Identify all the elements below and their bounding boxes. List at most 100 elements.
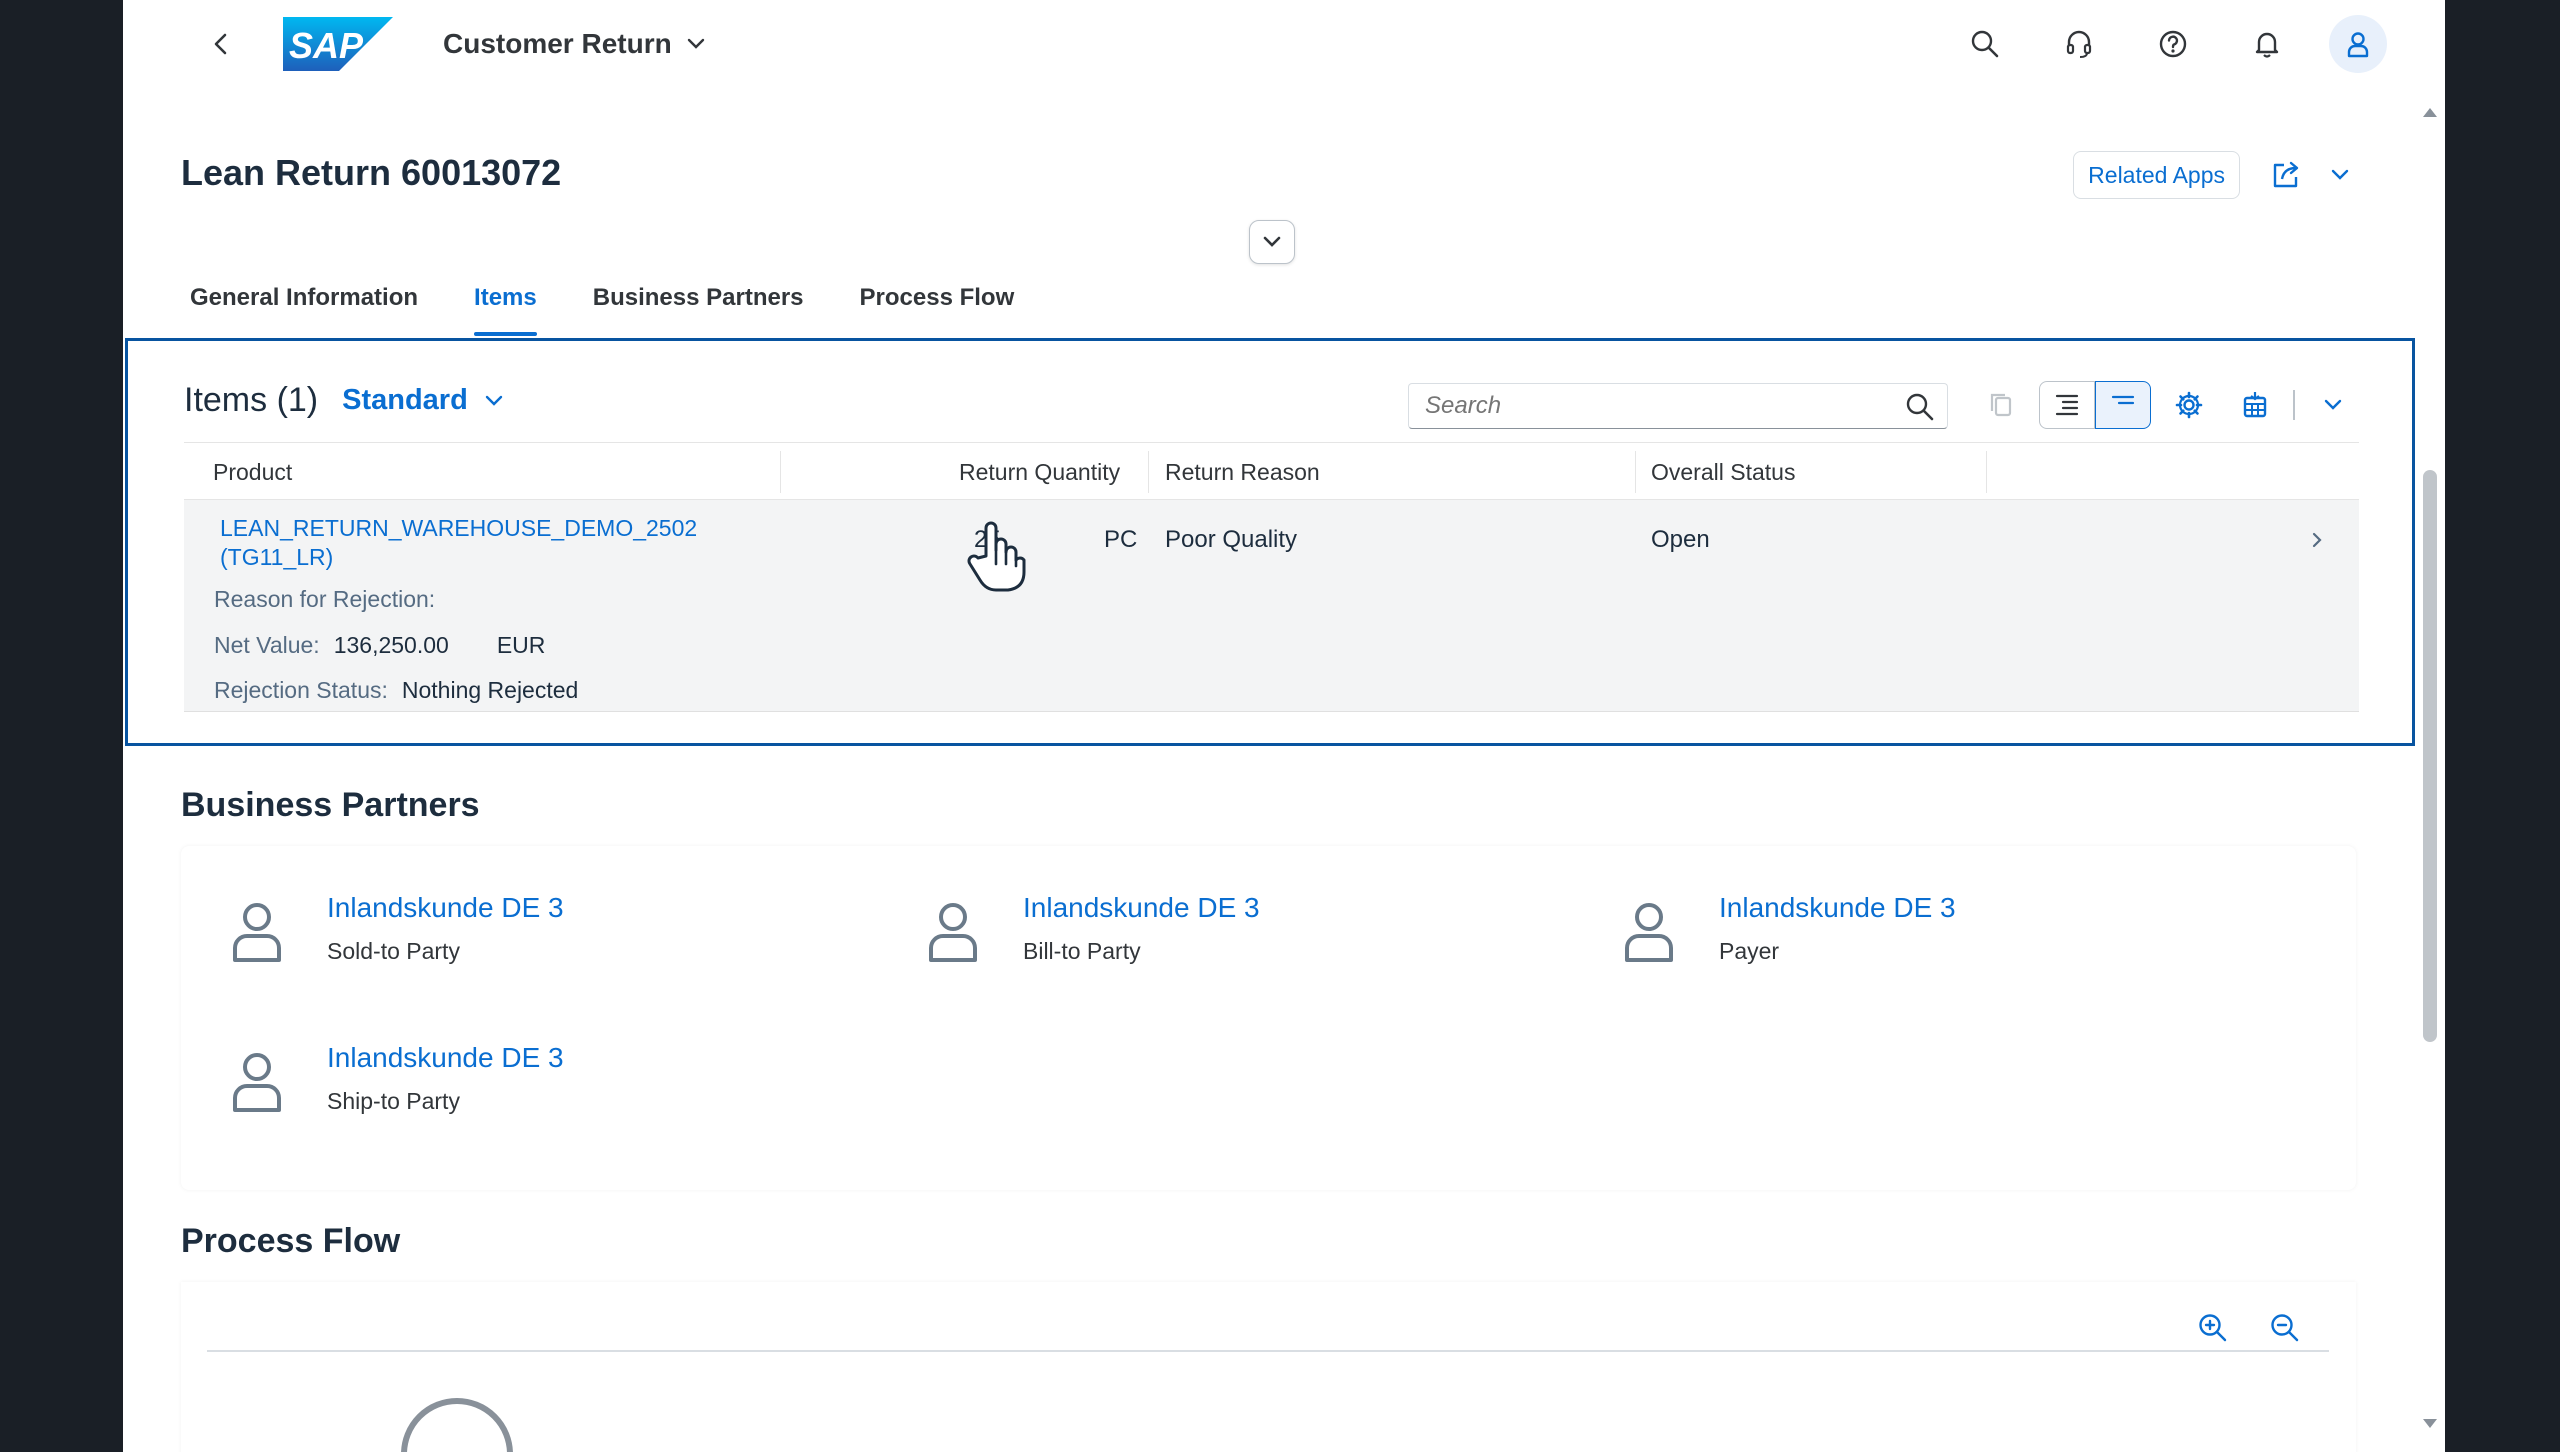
items-table: Product Return Quantity Return Reason Ov… — [184, 442, 2359, 712]
copy-button[interactable] — [1973, 381, 2029, 429]
partner-name-link[interactable]: Inlandskunde DE 3 — [327, 892, 564, 924]
process-flow-node[interactable] — [401, 1398, 513, 1452]
svg-text:SAP: SAP — [289, 25, 364, 66]
attribute-label: Reason for Rejection: — [214, 586, 436, 612]
search-button[interactable] — [1953, 14, 2017, 74]
partner-role: Sold-to Party — [327, 938, 460, 964]
rejection-status-attribute: Rejection Status: Nothing Rejected — [214, 677, 578, 704]
column-separator — [1635, 451, 1636, 493]
column-header-overall-status[interactable]: Overall Status — [1651, 443, 1795, 501]
headset-icon — [2066, 30, 2092, 58]
zoom-in-button[interactable] — [2193, 1308, 2233, 1348]
partner-ship-to: Inlandskunde DE 3 Ship-to Party — [229, 1042, 564, 1115]
table-settings-button[interactable] — [2161, 381, 2217, 429]
partner-bill-to: Inlandskunde DE 3 Bill-to Party — [925, 892, 1260, 965]
search-icon[interactable] — [1903, 390, 1937, 424]
column-header-product[interactable]: Product — [213, 443, 292, 501]
person-icon — [929, 903, 977, 962]
scrollbar-thumb[interactable] — [2423, 470, 2437, 1042]
table-row[interactable]: LEAN_RETURN_WAREHOUSE_DEMO_2502 (TG11_LR… — [184, 500, 2359, 712]
partner-name-link[interactable]: Inlandskunde DE 3 — [1719, 892, 1956, 924]
items-section: Items (1) Standard Search Product Return… — [125, 338, 2415, 746]
net-value: 136,250.00 — [333, 632, 449, 658]
chevron-left-icon — [214, 33, 227, 55]
items-search-input[interactable] — [1409, 384, 1879, 428]
tab-general-information[interactable]: General Information — [181, 278, 446, 336]
items-title: Items (1) — [184, 381, 319, 419]
column-header-return-reason[interactable]: Return Reason — [1165, 443, 1320, 501]
person-icon — [1625, 903, 1673, 962]
attribute-label: Net Value: — [214, 632, 320, 658]
shell-bar: SAP Customer Return — [123, 0, 2445, 88]
return-quantity-value: 25 — [974, 526, 1001, 553]
related-apps-button[interactable]: Related Apps — [2073, 151, 2240, 199]
attribute-label: Rejection Status: — [214, 677, 388, 703]
currency: EUR — [496, 632, 546, 658]
share-icon — [2273, 161, 2299, 188]
app-title: Customer Return — [443, 28, 672, 59]
chevron-down-icon — [2331, 169, 2349, 180]
partner-name-link[interactable]: Inlandskunde DE 3 — [327, 1042, 564, 1074]
column-separator — [780, 451, 781, 493]
user-avatar[interactable] — [2329, 15, 2387, 73]
partner-role: Payer — [1719, 938, 1780, 964]
notifications-button[interactable] — [2235, 14, 2299, 74]
bell-icon — [2255, 32, 2279, 58]
tab-process-flow[interactable]: Process Flow — [832, 278, 1043, 336]
support-button[interactable] — [2047, 14, 2111, 74]
partner-name-link[interactable]: Inlandskunde DE 3 — [1023, 892, 1260, 924]
person-icon — [233, 903, 281, 962]
items-toolbar-title: Items (1) Standard — [184, 381, 504, 420]
items-search-field — [1408, 383, 1948, 429]
table-header: Product Return Quantity Return Reason Ov… — [184, 442, 2359, 500]
person-icon — [2347, 32, 2369, 58]
search-icon — [1971, 30, 1999, 58]
export-button[interactable] — [2227, 381, 2283, 429]
overall-status-value: Open — [1651, 526, 1710, 553]
app-window: SAP Customer Return Lean Return 60013072… — [123, 0, 2445, 1452]
scroll-up-arrow[interactable] — [2418, 100, 2442, 124]
column-separator — [1986, 451, 1987, 493]
column-separator — [1148, 451, 1149, 493]
gear-icon — [2175, 391, 2203, 419]
help-button[interactable] — [2141, 14, 2205, 74]
chevron-right-icon[interactable] — [2305, 528, 2329, 552]
zoom-out-button[interactable] — [2265, 1308, 2305, 1348]
scroll-down-arrow[interactable] — [2418, 1412, 2442, 1436]
list-details-icon — [2055, 394, 2079, 416]
hide-details-button[interactable] — [2095, 381, 2151, 429]
section-tabs: General Information Items Business Partn… — [181, 278, 1042, 336]
list-collapse-icon — [2111, 395, 2135, 405]
chevron-down-icon — [687, 38, 704, 49]
share-menu-button[interactable] — [2270, 151, 2350, 199]
app-title-menu[interactable]: Customer Return — [443, 22, 706, 66]
person-icon — [233, 1053, 281, 1112]
variant-name: Standard — [342, 384, 468, 416]
return-reason-value: Poor Quality — [1165, 526, 1298, 553]
tab-items[interactable]: Items — [446, 278, 565, 336]
back-button[interactable] — [201, 24, 241, 64]
product-link[interactable]: LEAN_RETURN_WAREHOUSE_DEMO_2502 (TG11_LR… — [220, 514, 760, 572]
sap-logo[interactable]: SAP — [283, 17, 393, 71]
page-title: Lean Return 60013072 — [181, 152, 562, 193]
net-value-attribute: Net Value: 136,250.00 EUR — [214, 632, 545, 659]
shell-actions — [1953, 14, 2387, 74]
chevron-down-icon — [485, 395, 503, 406]
rejection-status: Nothing Rejected — [401, 677, 579, 703]
chevron-down-icon — [1263, 236, 1281, 247]
show-details-button[interactable] — [2039, 381, 2095, 429]
variant-selector[interactable]: Standard — [342, 384, 504, 417]
partner-payer: Inlandskunde DE 3 Payer — [1621, 892, 1956, 965]
zoom-in-icon — [2199, 1314, 2227, 1342]
tab-business-partners[interactable]: Business Partners — [565, 278, 832, 336]
process-flow-card — [181, 1282, 2356, 1452]
help-icon — [2159, 30, 2187, 58]
export-menu-button[interactable] — [2305, 381, 2361, 429]
chevron-down-icon — [2324, 399, 2342, 410]
items-table-tools — [1973, 381, 2361, 429]
partner-sold-to: Inlandskunde DE 3 Sold-to Party — [229, 892, 564, 965]
partner-role: Bill-to Party — [1023, 938, 1141, 964]
collapse-header-button[interactable] — [1249, 220, 1295, 264]
business-partners-card: Inlandskunde DE 3 Sold-to Party Inlandsk… — [181, 846, 2356, 1190]
column-header-return-quantity[interactable]: Return Quantity — [959, 443, 1120, 501]
